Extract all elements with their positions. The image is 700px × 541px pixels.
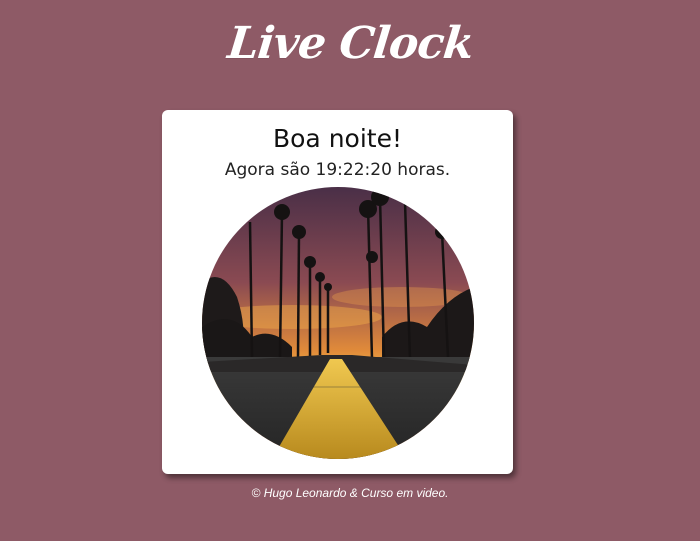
page-title: Live Clock (224, 18, 476, 69)
page: Live Clock Boa noite! Agora são 19:22:20… (0, 0, 700, 541)
greeting-text: Boa noite! (272, 124, 402, 153)
footer-credit: © Hugo Leonardo & Curso em video. (251, 486, 449, 500)
header: Live Clock (0, 18, 700, 69)
clock-card: Boa noite! Agora são 19:22:20 horas. (162, 110, 513, 474)
time-message: Agora são 19:22:20 horas. (224, 160, 451, 180)
period-image (202, 187, 474, 459)
